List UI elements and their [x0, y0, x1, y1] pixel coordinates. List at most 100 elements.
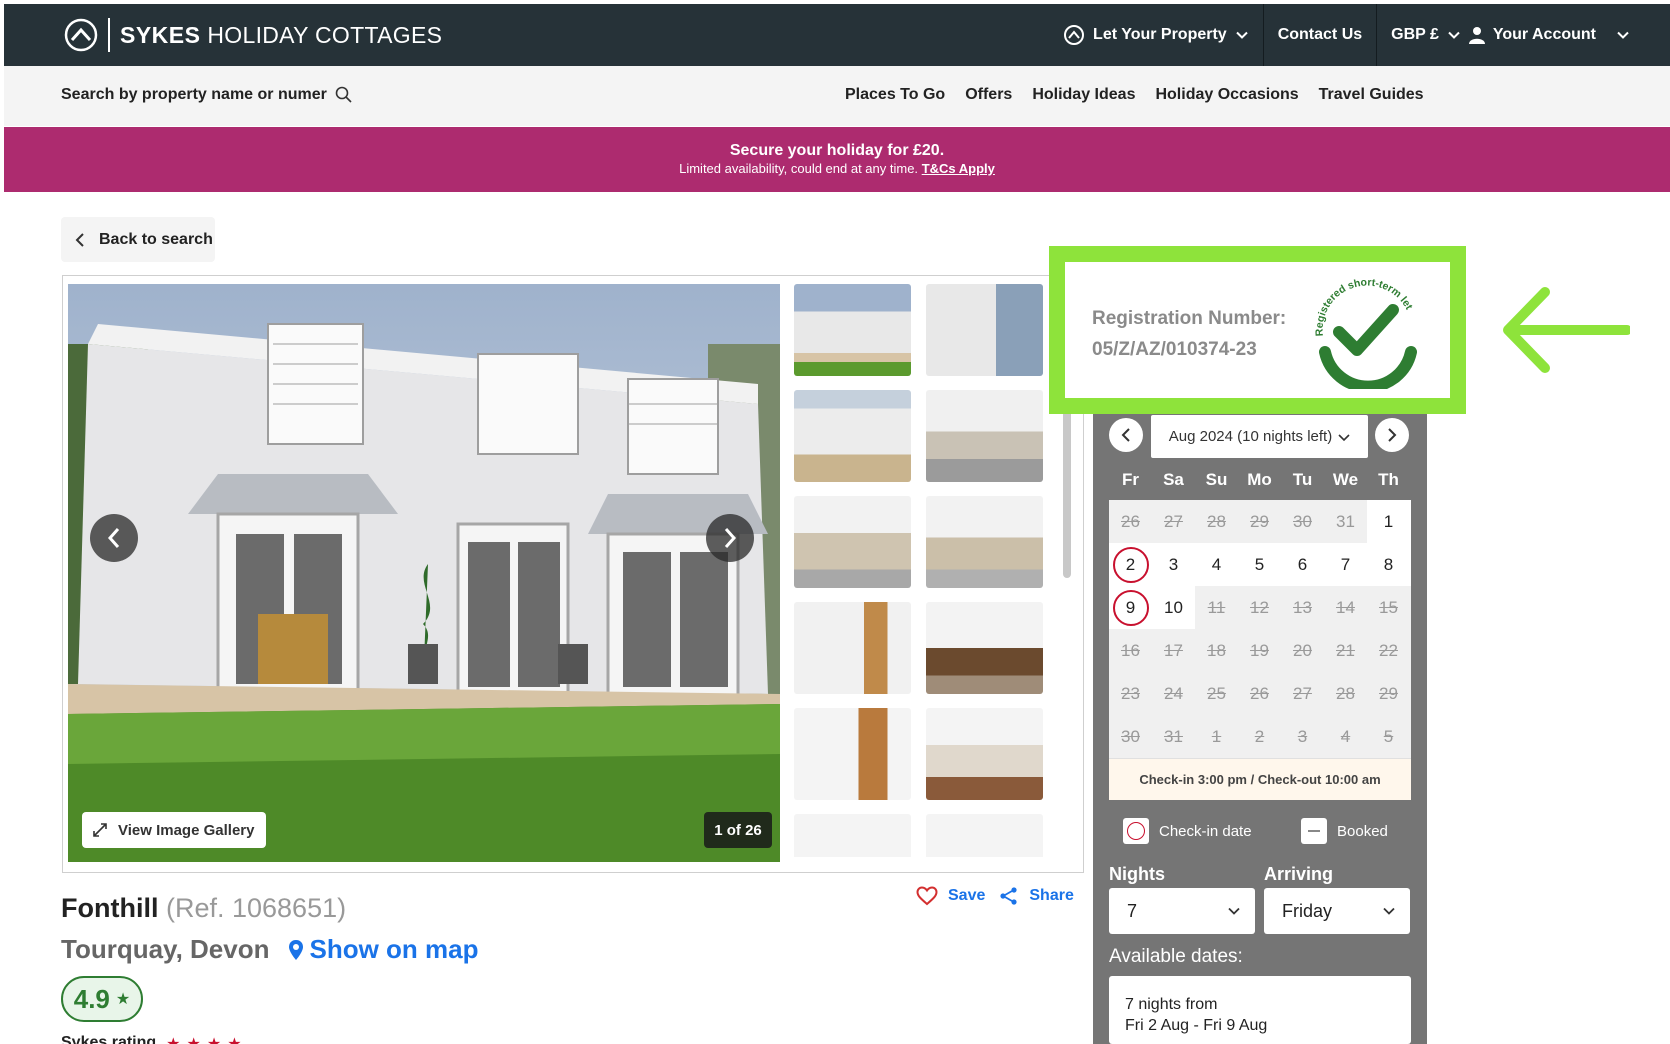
- thumbnail-strip: [794, 284, 1044, 857]
- save-button[interactable]: Save: [948, 887, 985, 905]
- nav-link-offers[interactable]: Offers: [965, 86, 1012, 104]
- calendar-day: 18: [1207, 640, 1226, 660]
- calendar-day: 26: [1250, 683, 1269, 703]
- thumbnail-2[interactable]: [926, 284, 1043, 376]
- avail-range: Fri 2 Aug - Fri 9 Aug: [1125, 1017, 1268, 1034]
- chevron-down-icon: [1383, 907, 1395, 915]
- next-photo-button[interactable]: [706, 514, 754, 562]
- calendar-day: 12: [1250, 597, 1269, 617]
- view-gallery-button[interactable]: View Image Gallery: [82, 812, 266, 848]
- sykes-circle-icon: [1064, 25, 1085, 45]
- calendar-day[interactable]: 6: [1281, 543, 1324, 586]
- thumbnail-12[interactable]: [926, 814, 1043, 857]
- star-icon: ★: [115, 991, 131, 1008]
- main-property-photo[interactable]: [68, 284, 780, 862]
- chevron-left-icon: [107, 528, 120, 548]
- calendar-day[interactable]: 7: [1324, 543, 1367, 586]
- let-property-label: Let Your Property: [1093, 26, 1227, 43]
- calendar-day[interactable]: 4: [1195, 543, 1238, 586]
- nav-link-holiday-ideas[interactable]: Holiday Ideas: [1032, 86, 1135, 104]
- thumbnail-6[interactable]: [926, 496, 1043, 588]
- calendar-day: 29: [1379, 683, 1398, 703]
- house-photo: [68, 284, 780, 862]
- expand-icon: [93, 823, 107, 837]
- calendar-day[interactable]: 10: [1152, 586, 1195, 629]
- site-logo[interactable]: SYKES HOLIDAY COTTAGES: [64, 18, 442, 52]
- chevron-down-icon: [1617, 31, 1629, 39]
- calendar-day[interactable]: 5: [1238, 543, 1281, 586]
- thumbnail-7[interactable]: [794, 602, 911, 694]
- weekday-we: We: [1332, 470, 1359, 489]
- thumbnail-1[interactable]: [794, 284, 911, 376]
- top-nav: Let Your Property Contact Us GBP £ Your …: [1049, 4, 1670, 66]
- thumbnail-8[interactable]: [926, 602, 1043, 694]
- calendar-day: 11: [1207, 597, 1226, 617]
- available-date-option[interactable]: 7 nights from Fri 2 Aug - Fri 9 Aug: [1109, 976, 1411, 1044]
- prev-photo-button[interactable]: [90, 514, 138, 562]
- weekday-sa: Sa: [1163, 470, 1184, 489]
- legend-booked-label: Booked: [1337, 822, 1388, 840]
- photo-counter: 1 of 26: [704, 812, 772, 848]
- property-name: Fonthill: [61, 893, 159, 923]
- calendar-day[interactable]: 3: [1152, 543, 1195, 586]
- logo-divider: [108, 18, 110, 52]
- nights-select[interactable]: 7: [1109, 888, 1255, 934]
- property-search[interactable]: Search by property name or numer: [61, 86, 353, 104]
- prev-month-button[interactable]: [1109, 418, 1143, 452]
- weekday-mo: Mo: [1247, 470, 1272, 489]
- thumbnail-5[interactable]: [794, 496, 911, 588]
- calendar-day: 30: [1121, 726, 1140, 746]
- share-icon[interactable]: [999, 886, 1019, 906]
- arriving-select[interactable]: Friday: [1264, 888, 1410, 934]
- calendar-day: 24: [1164, 683, 1183, 703]
- chevron-right-icon: [1388, 428, 1397, 442]
- calendar-day-checkin[interactable]: 9: [1109, 586, 1152, 629]
- calendar-day: 20: [1293, 640, 1312, 660]
- rating-value: 4.9: [73, 983, 110, 1014]
- calendar-day: 17: [1164, 640, 1183, 660]
- share-button[interactable]: Share: [1029, 887, 1073, 905]
- currency-selector[interactable]: GBP £ Your Account: [1376, 4, 1670, 66]
- calendar-day: 3: [1297, 726, 1308, 746]
- logo-mark-icon: [64, 18, 98, 52]
- location-text: Tourquay, Devon: [61, 934, 270, 964]
- nav-link-holiday-occasions[interactable]: Holiday Occasions: [1155, 86, 1298, 104]
- chevron-left-icon: [1121, 428, 1130, 442]
- arrow-left-icon: [1503, 287, 1630, 373]
- thumbnail-4[interactable]: [926, 390, 1043, 482]
- property-location: Tourquay, Devon Show on map: [61, 934, 479, 965]
- category-links: Places To Go Offers Holiday Ideas Holida…: [845, 86, 1424, 104]
- search-icon[interactable]: [335, 86, 353, 104]
- badge-text: Registered short-term let: [1313, 276, 1415, 336]
- calendar-day: 2: [1254, 726, 1265, 746]
- nav-link-places[interactable]: Places To Go: [845, 86, 945, 104]
- thumbnail-9[interactable]: [794, 708, 911, 800]
- save-share-actions: Save Share: [916, 886, 1074, 906]
- calendar-day[interactable]: 1: [1367, 500, 1410, 543]
- heart-icon[interactable]: [916, 886, 938, 906]
- calendar-day: 15: [1379, 597, 1398, 617]
- next-month-button[interactable]: [1375, 418, 1409, 452]
- thumbnail-11[interactable]: [794, 814, 911, 857]
- arriving-label: Arriving: [1264, 864, 1334, 884]
- month-selector[interactable]: Aug 2024 (10 nights left): [1151, 415, 1368, 458]
- thumbnail-10[interactable]: [926, 708, 1043, 800]
- promo-banner: Secure your holiday for £20. Limited ava…: [4, 127, 1670, 192]
- calendar-day: 30: [1293, 511, 1312, 531]
- thumbnail-3[interactable]: [794, 390, 911, 482]
- show-on-map-link[interactable]: Show on map: [288, 934, 479, 965]
- contact-us-link[interactable]: Contact Us: [1262, 4, 1376, 66]
- let-property-menu[interactable]: Let Your Property: [1049, 4, 1263, 66]
- nights-label: Nights: [1109, 864, 1165, 884]
- calendar-day: 27: [1293, 683, 1312, 703]
- terms-link[interactable]: T&Cs Apply: [922, 161, 995, 176]
- top-header: SYKES HOLIDAY COTTAGES Let Your Property…: [4, 4, 1670, 66]
- nights-value: 7: [1127, 900, 1138, 921]
- back-to-search-button[interactable]: Back to search: [61, 217, 215, 262]
- calendar-day[interactable]: 8: [1367, 543, 1410, 586]
- registration-label: Registration Number:: [1092, 308, 1287, 329]
- calendar-day-checkin[interactable]: 2: [1109, 543, 1152, 586]
- promo-headline: Secure your holiday for £20.: [729, 142, 945, 159]
- nav-link-travel-guides[interactable]: Travel Guides: [1319, 86, 1424, 104]
- search-input[interactable]: Search by property name or numer: [61, 86, 327, 104]
